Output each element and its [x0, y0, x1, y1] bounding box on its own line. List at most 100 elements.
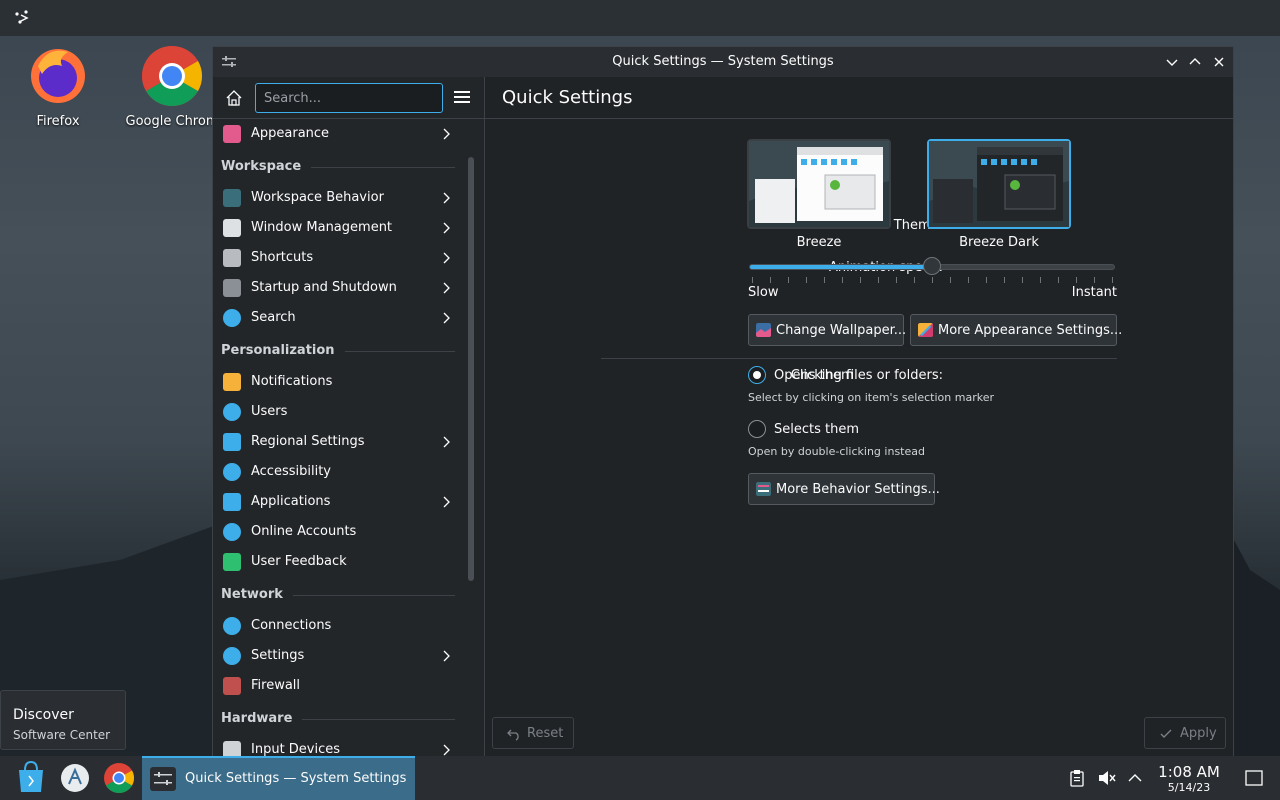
search-input[interactable]: Search...	[255, 83, 443, 113]
chevron-right-icon	[443, 252, 450, 264]
sidebar-item-user-feedback[interactable]: User Feedback	[213, 547, 463, 577]
sidebar-item-notifications[interactable]: Notifications	[213, 367, 463, 397]
slider-fill	[750, 265, 932, 269]
sidebar-item-startup-and-shutdown[interactable]: Startup and Shutdown	[213, 273, 463, 303]
section-heading: Hardware	[221, 711, 293, 726]
slider-tick	[842, 277, 843, 283]
desktop-icon-chrome[interactable]: Google Chrom	[124, 44, 220, 129]
slider-tick	[770, 277, 771, 283]
sidebar-section-network: Network	[221, 583, 455, 607]
section-divider	[345, 351, 455, 352]
users-icon	[223, 403, 241, 421]
discover-icon[interactable]	[9, 756, 53, 800]
task-label: Quick Settings — System Settings	[185, 771, 407, 786]
taskbar: Quick Settings — System Settings 1:08 AM…	[0, 756, 1280, 800]
slider-tick	[1076, 277, 1077, 283]
sidebar-item-applications[interactable]: Applications	[213, 487, 463, 517]
opens-them-label[interactable]: Opens them	[774, 368, 854, 383]
sidebar-item-window-management[interactable]: Window Management	[213, 213, 463, 243]
sidebar-item-users[interactable]: Users	[213, 397, 463, 427]
workspace-behavior-icon	[756, 482, 771, 496]
selects-them-hint: Open by double-clicking instead	[748, 445, 925, 458]
sidebar-item-workspace-behavior[interactable]: Workspace Behavior	[213, 183, 463, 213]
firewall-icon	[223, 677, 241, 695]
slider-tick	[896, 277, 897, 283]
sidebar-item-shortcuts[interactable]: Shortcuts	[213, 243, 463, 273]
system-settings-launcher-icon[interactable]	[53, 756, 97, 800]
firefox-icon	[31, 49, 85, 103]
theme-card-breeze[interactable]	[747, 139, 891, 229]
selects-them-radio[interactable]	[748, 420, 766, 438]
chevron-up-icon[interactable]	[1127, 771, 1143, 785]
sidebar-item-label: User Feedback	[251, 554, 347, 569]
more-behavior-settings-button[interactable]: More Behavior Settings...	[748, 473, 940, 505]
accessibility-icon	[223, 463, 241, 481]
selects-them-label[interactable]: Selects them	[774, 422, 859, 437]
sidebar-item-appearance[interactable]: Appearance	[213, 119, 463, 149]
sidebar-item-connections[interactable]: Connections	[213, 611, 463, 641]
reset-button[interactable]: Reset	[492, 717, 574, 749]
desktop-icon-firefox[interactable]: Firefox	[8, 44, 108, 129]
maximize-icon[interactable]	[1186, 53, 1204, 71]
show-desktop-icon[interactable]	[1245, 769, 1263, 787]
sidebar-scrollbar[interactable]	[468, 157, 474, 581]
sidebar-item-search[interactable]: Search	[213, 303, 463, 333]
sidebar-item-firewall[interactable]: Firewall	[213, 671, 463, 701]
clock-date: 5/14/23	[1167, 781, 1211, 794]
change-wallpaper-button[interactable]: Change Wallpaper...	[748, 314, 907, 346]
opens-them-radio[interactable]	[748, 366, 766, 384]
slider-tick	[986, 277, 987, 283]
sidebar-item-online-accounts[interactable]: Online Accounts	[213, 517, 463, 547]
volume-muted-icon[interactable]	[1097, 769, 1117, 787]
sidebar-item-regional-settings[interactable]: Regional Settings	[213, 427, 463, 457]
window-title: Quick Settings — System Settings	[612, 54, 834, 69]
bell-icon	[223, 373, 241, 391]
slider-tick	[932, 277, 933, 283]
close-icon[interactable]	[1210, 53, 1228, 71]
wallpaper-icon	[756, 323, 771, 337]
appearance-icon	[918, 323, 933, 337]
apply-label: Apply	[1180, 726, 1217, 741]
sidebar-section-workspace: Workspace	[221, 155, 455, 179]
sidebar-item-label: Firewall	[251, 678, 301, 693]
slider-tick	[788, 277, 789, 283]
sidebar-section-hardware: Hardware	[221, 707, 455, 731]
activities-icon[interactable]	[12, 8, 32, 28]
sidebar-item-label: Accessibility	[251, 464, 331, 479]
minimize-icon[interactable]	[1163, 53, 1181, 71]
checkmark-icon	[1160, 729, 1172, 738]
slow-label: Slow	[748, 285, 779, 300]
sidebar-item-label: Startup and Shutdown	[251, 280, 397, 295]
window-management-icon	[223, 219, 241, 237]
sidebar-item-label: Regional Settings	[251, 434, 365, 449]
slider-handle[interactable]	[923, 257, 941, 275]
sidebar-item-settings[interactable]: Settings	[213, 641, 463, 671]
titlebar[interactable]: Quick Settings — System Settings	[213, 47, 1233, 77]
section-divider	[302, 719, 455, 720]
settings-app-icon	[150, 767, 176, 791]
slider-tick	[1040, 277, 1041, 283]
slider-tick	[878, 277, 879, 283]
sidebar-item-label: Connections	[251, 618, 332, 633]
sidebar-item-label: Window Management	[251, 220, 393, 235]
home-icon[interactable]	[225, 89, 243, 107]
clipboard-icon[interactable]	[1068, 769, 1086, 787]
theme-card-breeze-dark[interactable]	[927, 139, 1071, 229]
clock[interactable]: 1:08 AM 5/14/23	[1150, 763, 1228, 794]
chrome-taskbar-icon[interactable]	[97, 756, 141, 800]
main-header: Quick Settings	[485, 77, 1233, 119]
chevron-right-icon	[443, 312, 450, 324]
chevron-right-icon	[443, 128, 450, 140]
slider-tick	[824, 277, 825, 283]
globe-icon	[223, 617, 241, 635]
task-system-settings[interactable]: Quick Settings — System Settings	[142, 756, 415, 800]
hamburger-menu-icon[interactable]	[453, 89, 471, 105]
change-wallpaper-label: Change Wallpaper...	[776, 323, 907, 338]
section-divider	[311, 167, 455, 168]
more-appearance-settings-button[interactable]: More Appearance Settings...	[910, 314, 1122, 346]
apply-button[interactable]: Apply	[1144, 717, 1226, 749]
chrome-icon	[141, 45, 203, 107]
sidebar-item-accessibility[interactable]: Accessibility	[213, 457, 463, 487]
sidebar-header: Search...	[213, 77, 484, 119]
discover-tooltip: Discover Software Center	[0, 690, 126, 750]
